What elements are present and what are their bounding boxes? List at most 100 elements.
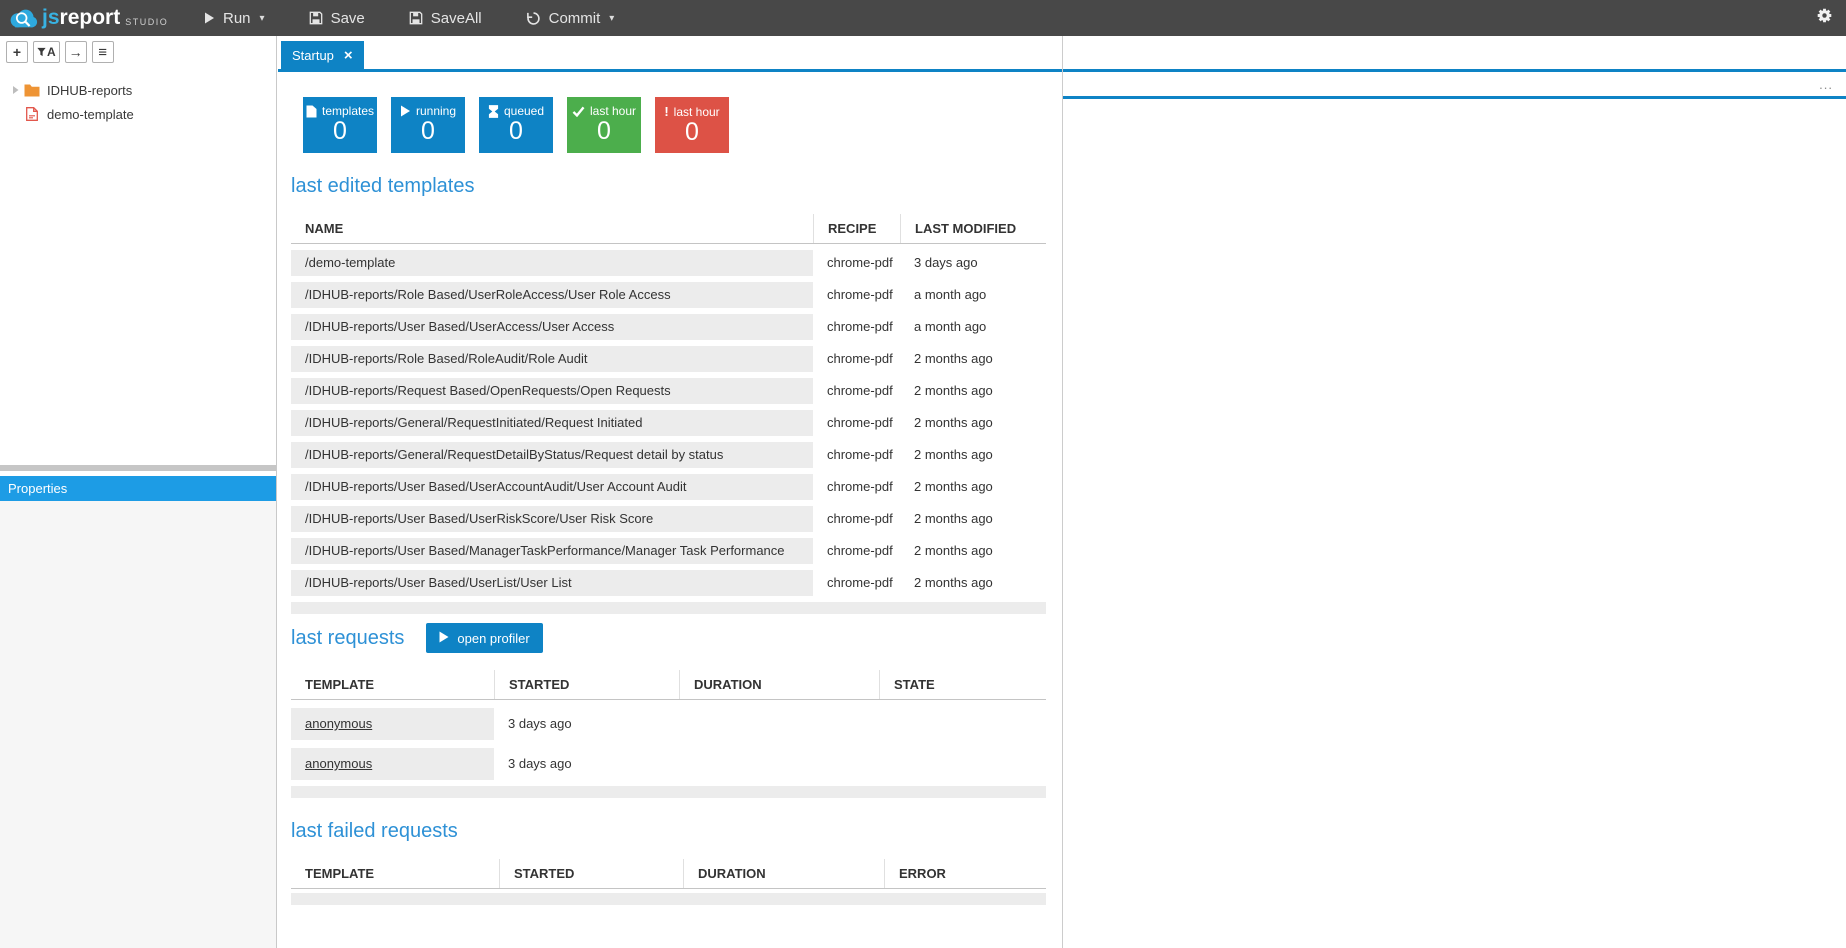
sidebar-resize-handle[interactable] xyxy=(0,465,276,471)
column-header-state: STATE xyxy=(879,670,1046,699)
cell-name[interactable]: /IDHUB-reports/Role Based/UserRoleAccess… xyxy=(291,282,813,308)
brand-js-text: js xyxy=(42,6,60,30)
cell-last-modified: 2 months ago xyxy=(900,474,1046,500)
cell-name[interactable]: /IDHUB-reports/User Based/UserAccountAud… xyxy=(291,474,813,500)
cell-last-modified: a month ago xyxy=(900,282,1046,308)
pdf-file-icon xyxy=(22,107,41,121)
column-header-started: STARTED xyxy=(499,859,683,888)
properties-section-header[interactable]: Properties xyxy=(0,476,276,501)
cell-last-modified: 2 months ago xyxy=(900,410,1046,436)
stat-box-label: last hour xyxy=(674,105,720,119)
cell-name[interactable]: /demo-template xyxy=(291,250,813,276)
column-header-template: TEMPLATE xyxy=(291,670,494,699)
table-row: /IDHUB-reports/User Based/UserAccess/Use… xyxy=(291,314,1046,340)
navbar-item-save[interactable]: Save xyxy=(309,10,365,27)
cell-name[interactable]: /IDHUB-reports/General/RequestInitiated/… xyxy=(291,410,813,436)
brand-studio-text: STUDIO xyxy=(125,17,168,27)
column-header-error: ERROR xyxy=(884,859,1046,888)
stat-box-label: last hour xyxy=(590,104,636,118)
tree-item-idhub-reports[interactable]: IDHUB-reports xyxy=(0,78,276,102)
stat-box-value: 0 xyxy=(479,118,553,145)
cell-template[interactable]: anonymous xyxy=(291,748,494,780)
stat-box-header: queued xyxy=(479,97,553,118)
exclamation-icon: ! xyxy=(664,104,668,119)
navbar-item-saveall[interactable]: SaveAll xyxy=(409,10,482,27)
tree-item-label: IDHUB-reports xyxy=(47,83,132,98)
column-header-duration: DURATION xyxy=(683,859,884,888)
history-icon xyxy=(526,11,541,26)
tree-item-demo-template[interactable]: demo-template xyxy=(0,102,276,126)
table-row: /IDHUB-reports/Request Based/OpenRequest… xyxy=(291,378,1046,404)
cell-last-modified: 2 months ago xyxy=(900,378,1046,404)
cell-started: 3 days ago xyxy=(494,748,679,780)
table-row: anonymous3 days ago xyxy=(291,748,1046,780)
cell-recipe: chrome-pdf xyxy=(813,474,900,500)
preview-menu-button[interactable]: ... xyxy=(1819,77,1833,92)
stat-box-value: 0 xyxy=(655,119,729,146)
entities-sidebar: +A→≡ IDHUB-reports demo-template Properti… xyxy=(0,36,277,948)
cell-name[interactable]: /IDHUB-reports/Role Based/RoleAudit/Role… xyxy=(291,346,813,372)
tab-startup[interactable]: Startup× xyxy=(281,41,364,69)
table-row: anonymous3 days ago xyxy=(291,708,1046,740)
main-panel: Startup× templates0running0queued0last h… xyxy=(278,36,1063,948)
column-header-name: NAME xyxy=(291,214,813,243)
cell-name[interactable]: /IDHUB-reports/General/RequestDetailBySt… xyxy=(291,442,813,468)
last-requests-table: TEMPLATESTARTEDDURATIONSTATE anonymous3 d… xyxy=(291,670,1046,798)
cell-name[interactable]: /IDHUB-reports/Request Based/OpenRequest… xyxy=(291,378,813,404)
cell-duration xyxy=(679,748,879,780)
column-header-duration: DURATION xyxy=(679,670,879,699)
floppy-icon xyxy=(309,11,323,25)
cell-name[interactable]: /IDHUB-reports/User Based/UserList/User … xyxy=(291,570,813,596)
add-entity-button[interactable]: + xyxy=(6,41,28,63)
table-row: /IDHUB-reports/User Based/UserRiskScore/… xyxy=(291,506,1046,532)
navbar-item-label: SaveAll xyxy=(431,10,482,27)
settings-button[interactable] xyxy=(1816,7,1846,29)
cell-state xyxy=(879,708,1046,740)
properties-section-body xyxy=(0,501,276,948)
navbar-item-commit[interactable]: Commit▾ xyxy=(526,10,615,27)
cell-recipe: chrome-pdf xyxy=(813,282,900,308)
tab-bar: Startup× xyxy=(278,36,1062,72)
table-row: /IDHUB-reports/Role Based/RoleAudit/Role… xyxy=(291,346,1046,372)
stat-box-header: running xyxy=(391,97,465,118)
brand-report-text: report xyxy=(60,6,121,30)
jsreport-logo[interactable]: jsreport STUDIO xyxy=(0,6,180,30)
preview-panel: ... xyxy=(1063,36,1846,948)
cell-started: 3 days ago xyxy=(494,708,679,740)
cell-last-modified: 3 days ago xyxy=(900,250,1046,276)
cell-recipe: chrome-pdf xyxy=(813,570,900,596)
navbar-item-label: Save xyxy=(331,10,365,27)
stat-box-label: templates xyxy=(322,104,374,118)
column-header-template: TEMPLATE xyxy=(291,859,499,888)
cell-template[interactable]: anonymous xyxy=(291,708,494,740)
last-edited-templates-table: NAMERECIPELAST MODIFIED/demo-templatechr… xyxy=(291,214,1046,614)
cell-last-modified: 2 months ago xyxy=(900,538,1046,564)
entity-menu-button[interactable]: ≡ xyxy=(92,41,114,63)
stat-box-header: last hour xyxy=(567,97,641,118)
cell-last-modified: 2 months ago xyxy=(900,506,1046,532)
jsreport-cloud-icon xyxy=(8,7,38,30)
table-header-row: NAMERECIPELAST MODIFIED xyxy=(291,214,1046,244)
table-row: /IDHUB-reports/General/RequestInitiated/… xyxy=(291,410,1046,436)
column-header-started: STARTED xyxy=(494,670,679,699)
cell-name[interactable]: /IDHUB-reports/User Based/UserRiskScore/… xyxy=(291,506,813,532)
cell-last-modified: 2 months ago xyxy=(900,346,1046,372)
caret-down-icon: ▾ xyxy=(609,13,614,24)
collapse-panel-button[interactable]: → xyxy=(65,41,87,63)
cell-recipe: chrome-pdf xyxy=(813,250,900,276)
cell-name[interactable]: /IDHUB-reports/User Based/ManagerTaskPer… xyxy=(291,538,813,564)
cell-duration xyxy=(679,708,879,740)
table-row: /IDHUB-reports/User Based/UserAccountAud… xyxy=(291,474,1046,500)
stat-box-queued: queued0 xyxy=(479,97,553,153)
open-profiler-button[interactable]: open profiler xyxy=(426,623,542,653)
navbar-item-run[interactable]: Run▾ xyxy=(204,10,265,27)
open-profiler-label: open profiler xyxy=(457,631,529,646)
cell-recipe: chrome-pdf xyxy=(813,442,900,468)
section-title-last-edited-templates: last edited templates xyxy=(291,174,1062,198)
close-icon[interactable]: × xyxy=(344,48,353,63)
chevron-right-icon[interactable] xyxy=(9,85,22,95)
hourglass-icon xyxy=(488,105,499,118)
cell-name[interactable]: /IDHUB-reports/User Based/UserAccess/Use… xyxy=(291,314,813,340)
last-failed-requests-table: TEMPLATESTARTEDDURATIONERROR xyxy=(291,859,1046,905)
filter-entities-button[interactable]: A xyxy=(33,41,60,63)
